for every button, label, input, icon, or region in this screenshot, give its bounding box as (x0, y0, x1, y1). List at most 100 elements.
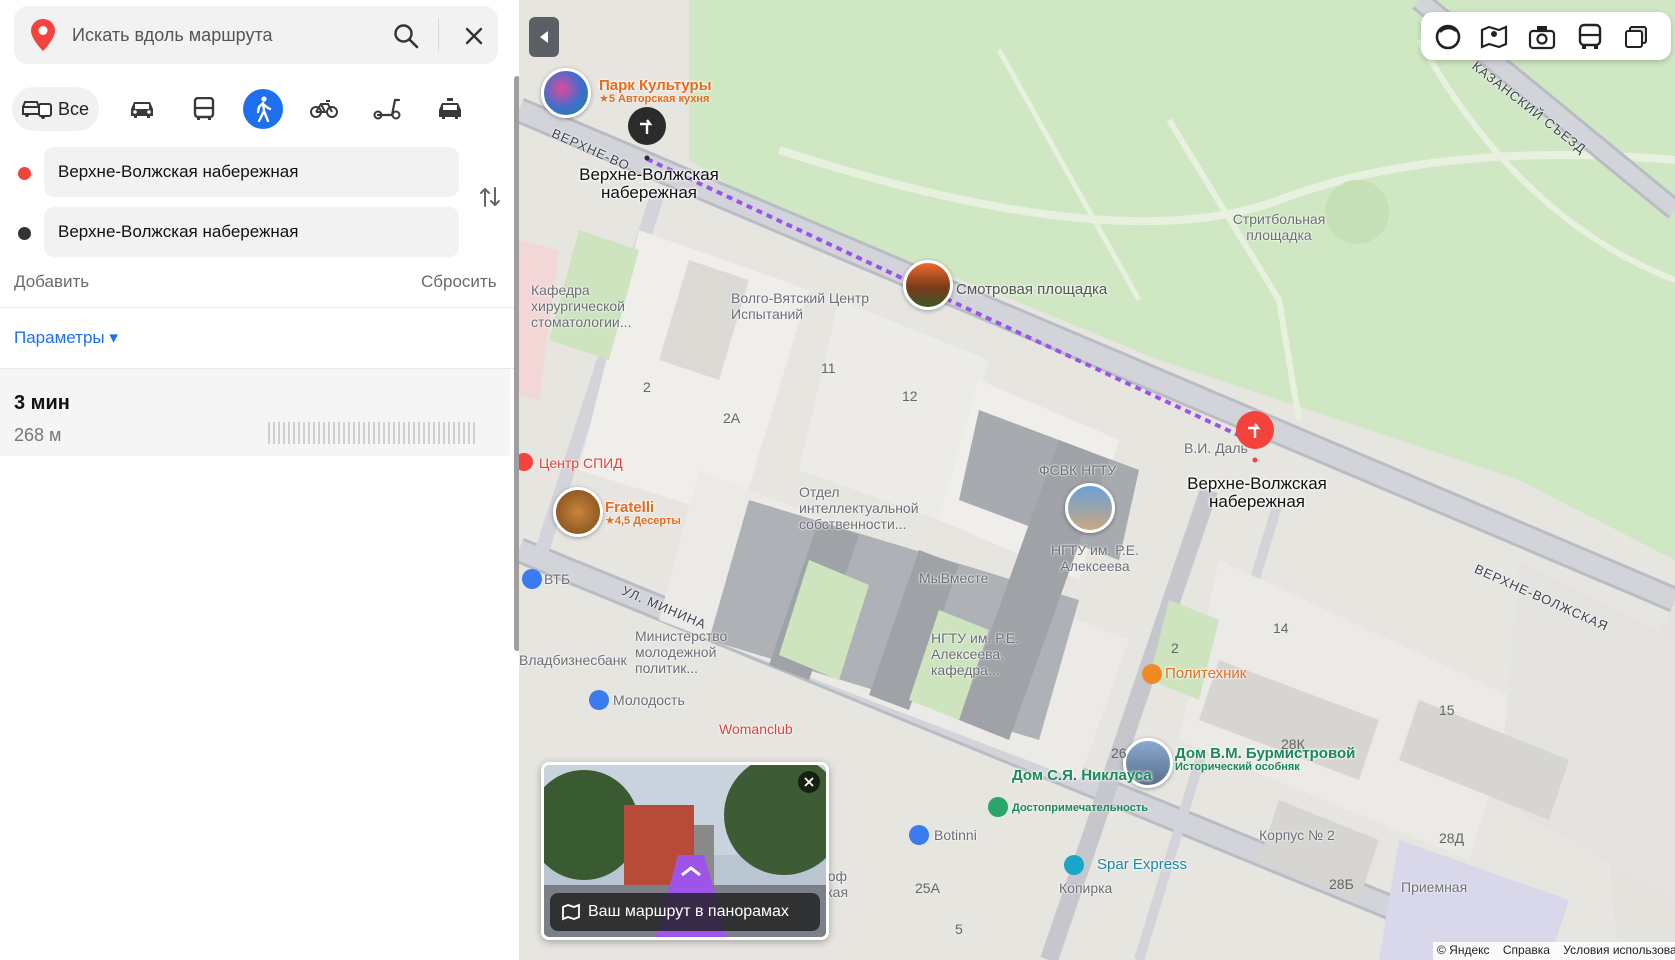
layer-panorama-button[interactable] (1479, 22, 1509, 52)
house-number: 2 (1171, 640, 1179, 656)
poi-park-kultury-photo[interactable] (541, 68, 591, 118)
mode-all-button[interactable]: Все (12, 87, 99, 131)
chevron-left-icon (540, 31, 548, 43)
layer-switch-button[interactable] (1621, 22, 1651, 52)
poi-burmistrov-sub: Исторический особняк (1175, 761, 1300, 773)
label-otdel: Отдел интеллектуальной собственности... (799, 484, 919, 532)
search-input[interactable] (72, 22, 372, 48)
poi-fratelli-name[interactable]: Fratelli (605, 500, 654, 516)
scooter-icon (373, 98, 401, 120)
label-vtb: ВТБ (544, 571, 571, 587)
route-to-field[interactable]: Верхне-Волжская набережная (44, 207, 459, 257)
house-number: 28Д (1439, 830, 1465, 846)
parameters-dropdown[interactable]: Параметры ▾ (14, 328, 118, 348)
label-ngtu-kafedra: НГТУ им. Р.Е. Алексеева, кафедра... (931, 630, 1020, 678)
panorama-label-text: Ваш маршрут в панорамах (588, 903, 789, 920)
label-spid: Центр СПИД (539, 455, 623, 471)
mode-bus-button[interactable] (182, 87, 226, 131)
close-icon (465, 27, 483, 45)
label-kafedra: Кафедра хирургической стоматологии... (531, 282, 632, 330)
label-korpus2: Корпус № 2 (1259, 827, 1335, 843)
poi-park-kultury-name[interactable]: Парк Культуры (599, 78, 712, 94)
poi-fratelli-sub: ★4,5 Десерты (605, 515, 681, 527)
route-to-text: Верхне-Волжская набережная (58, 222, 299, 241)
route-start-dot (18, 167, 31, 180)
clear-button[interactable] (458, 20, 490, 52)
label-priemnaya: Приемная (1401, 879, 1468, 895)
copyright-bar: © Яндекс Справка Условия использования (1433, 942, 1675, 960)
add-waypoint-link[interactable]: Добавить (14, 272, 89, 292)
pedestrian-icon (256, 96, 272, 122)
poi-burmistrov-name[interactable]: Дом В.М. Бурмистровой (1175, 746, 1355, 762)
copyright-yandex[interactable]: © Яндекс (1437, 943, 1490, 957)
label-vlad: Владбизнесбанк (519, 652, 627, 668)
layer-traffic-button[interactable] (1433, 22, 1463, 52)
house-number: 2 (643, 379, 651, 395)
label-myvmeste: МыВместе (919, 570, 989, 586)
route-end-dot (18, 227, 31, 240)
mode-scooter-button[interactable] (365, 87, 409, 131)
poi-viewpoint-photo[interactable] (903, 260, 953, 310)
location-pin-icon (31, 19, 55, 51)
copyright-help[interactable]: Справка (1503, 943, 1550, 957)
house-number: 12 (902, 388, 918, 404)
transport-mode-bar: Все (12, 87, 502, 131)
house-number: 28К (1281, 736, 1305, 752)
route-profile-bar (268, 422, 478, 444)
layer-transport-button[interactable] (1575, 22, 1605, 52)
layer-photo-button[interactable] (1527, 22, 1557, 52)
poi-ngtu-name[interactable]: НГТУ им. Р.Е. Алексеева (1045, 542, 1145, 574)
taxi-icon (439, 98, 461, 119)
route-option-card[interactable]: 3 мин 268 м (0, 369, 510, 456)
house-number: 2А (723, 410, 741, 426)
poi-politehnik-name[interactable]: Политехник (1165, 666, 1246, 682)
label-botinni: Botinni (934, 827, 977, 843)
panorama-icon (562, 903, 580, 921)
label-dal: В.И. Даль (1184, 440, 1248, 456)
copyright-terms[interactable]: Условия использования (1563, 943, 1675, 957)
poi-viewpoint-name[interactable]: Смотровая площадка (956, 282, 1107, 298)
house-number: 28Б (1329, 876, 1354, 892)
bus-icon (193, 97, 215, 120)
mode-walk-button[interactable] (243, 89, 283, 129)
route-from-field[interactable]: Верхне-Волжская набережная (44, 147, 459, 197)
camera-icon (1528, 26, 1556, 50)
poi-niklaus-name[interactable]: Дом С.Я. Никлауса (1012, 768, 1152, 784)
bus-icon (1578, 23, 1602, 49)
label-volgo: Волго-Вятский Центр Испытаний (731, 290, 869, 322)
search-separator (438, 18, 439, 52)
close-icon (804, 777, 814, 787)
panorama-label[interactable]: Ваш маршрут в панорамах (550, 893, 820, 931)
mode-all-label: Все (57, 98, 90, 119)
layers-icon (1625, 26, 1647, 48)
mode-taxi-button[interactable] (428, 87, 472, 131)
label-fsvk: ФСВК НГТУ (1039, 462, 1117, 478)
poi-fratelli-photo[interactable] (553, 487, 603, 537)
poi-park-kultury-sub: ★5 Авторская кухня (599, 93, 710, 105)
house-number: 11 (821, 360, 836, 376)
house-number: 14 (1273, 620, 1289, 636)
collapse-panel-button[interactable] (529, 17, 559, 57)
label-streetball: Стритбольная площадка (1232, 211, 1326, 243)
panorama-preview[interactable]: Ваш маршрут в панорамах (541, 762, 829, 940)
label-womanclub: Womanclub (719, 721, 793, 737)
house-number: 5 (955, 921, 963, 937)
route-end-label: Верхне-Волжская набережная (1187, 474, 1327, 511)
swap-icon[interactable] (478, 185, 502, 209)
mode-bicycle-button[interactable] (302, 87, 346, 131)
house-number: 15 (1439, 702, 1455, 718)
house-number: 26 (1111, 745, 1127, 761)
search-button[interactable] (390, 20, 422, 52)
car-bus-icon (21, 101, 52, 119)
poi-niklaus-sub: Достопримечательность (1012, 802, 1148, 814)
mode-car-button[interactable] (120, 87, 164, 131)
poi-spar-name[interactable]: Spar Express (1097, 857, 1187, 873)
search-icon (394, 24, 419, 49)
panorama-close-button[interactable] (798, 771, 820, 793)
reset-route-link[interactable]: Сбросить (421, 272, 497, 292)
map[interactable]: КАЗАНСКИЙ СЪЕЗД УЛ. МИНИНА ВЕРХНЕ-ВОЛЖСК… (519, 0, 1675, 960)
label-kopirka: Копирка (1059, 880, 1113, 896)
bicycle-icon (310, 100, 338, 118)
poi-ngtu-photo[interactable] (1065, 483, 1115, 533)
route-distance: 268 м (14, 425, 62, 445)
